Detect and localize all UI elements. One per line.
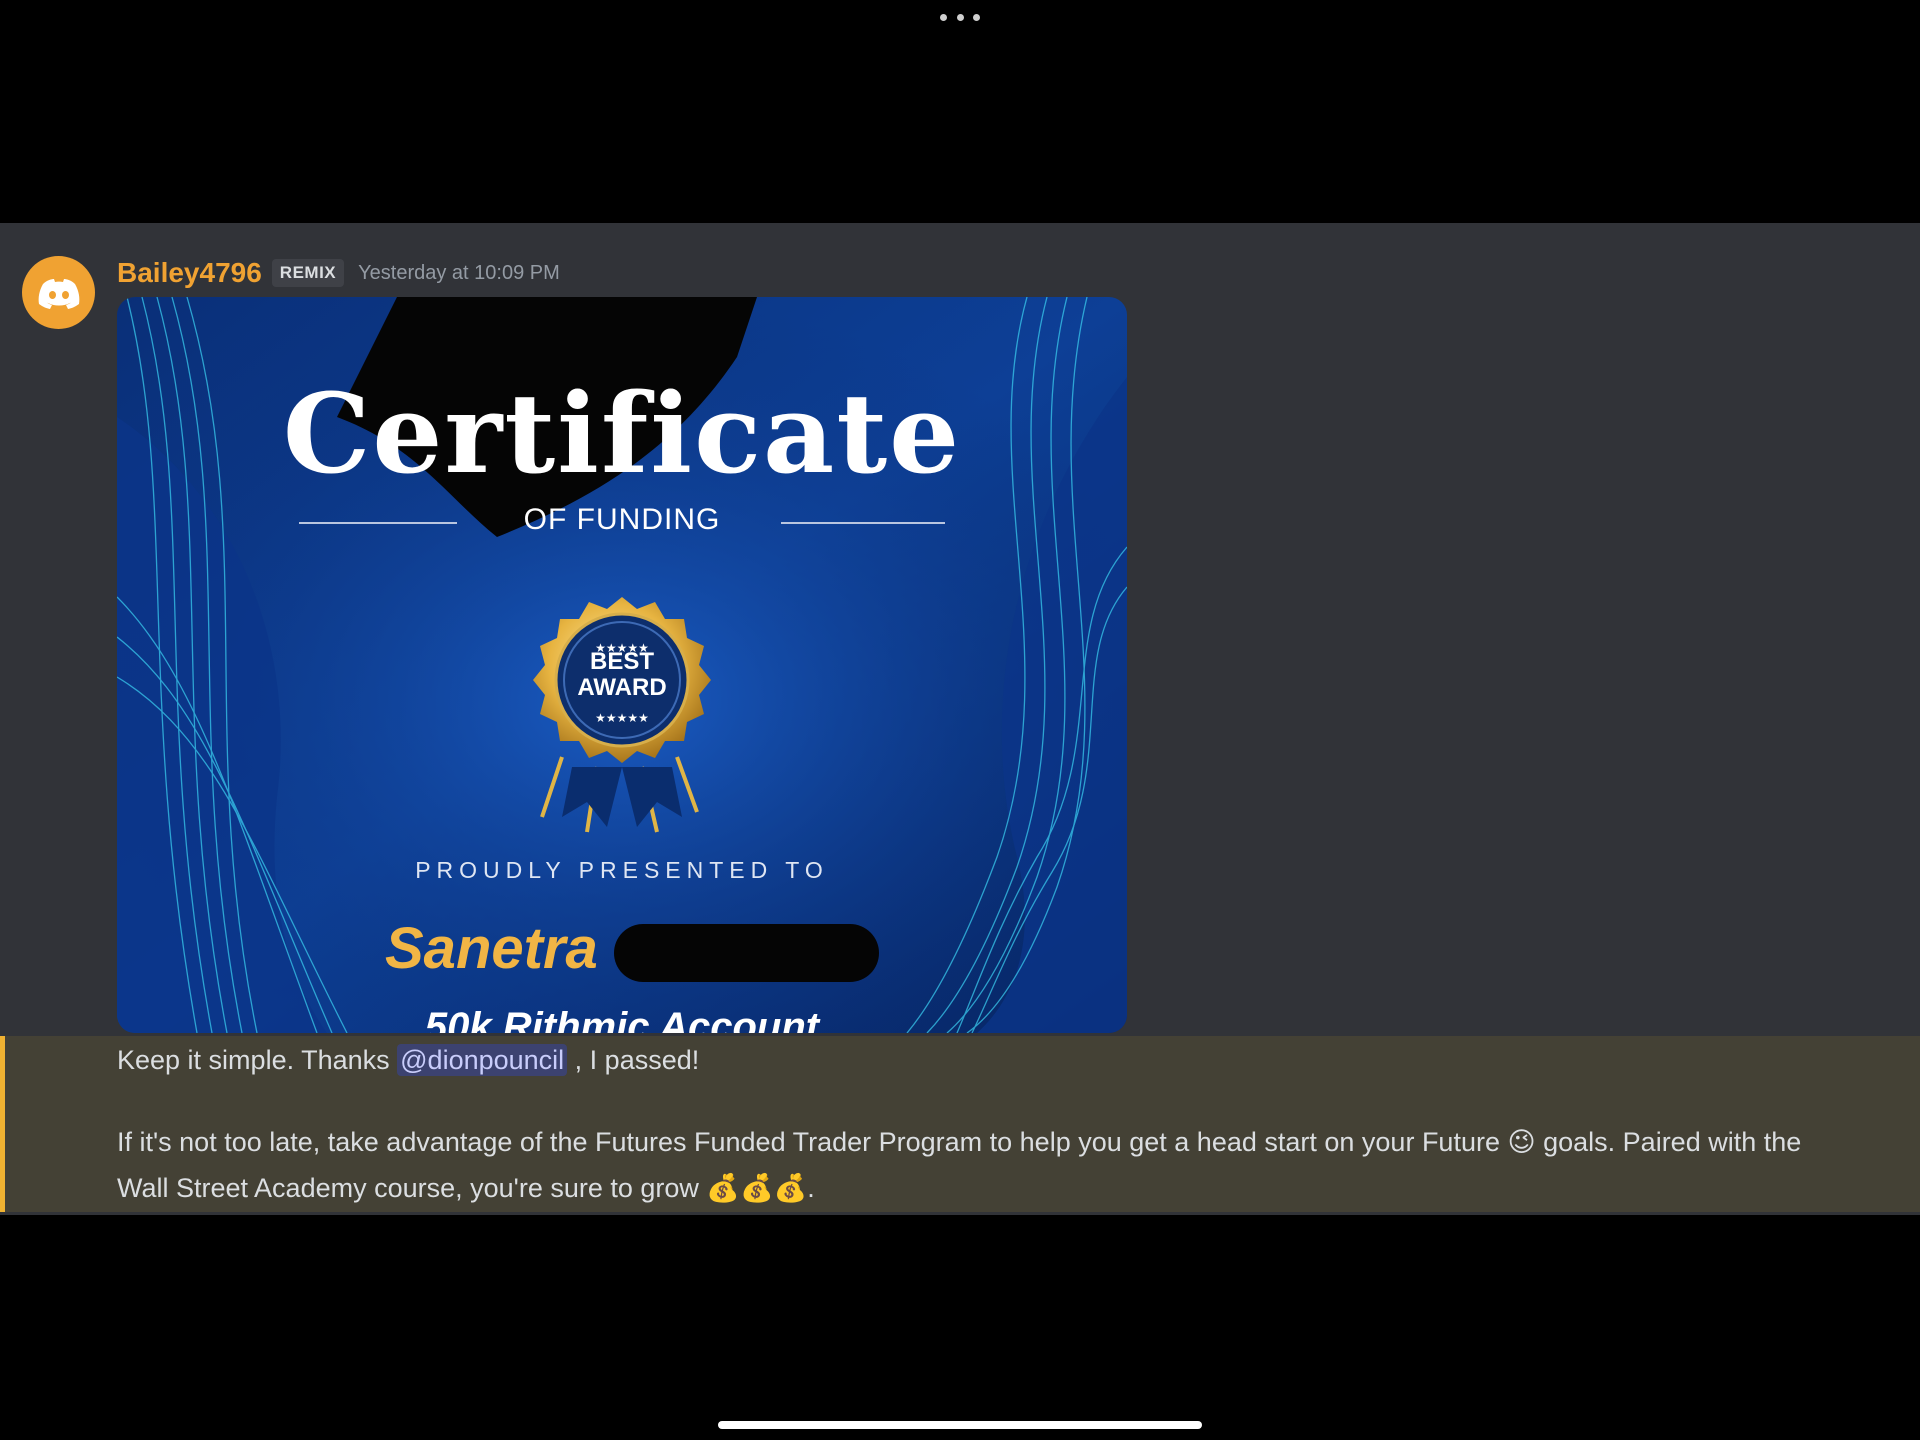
badge-line-2: AWARD [577,674,667,701]
account-label: 50k Rithmic Account [424,1005,820,1033]
timestamp[interactable]: Yesterday at 10:09 PM [358,262,560,285]
badge-line-1: BEST [589,648,654,675]
certificate-image[interactable]: ★★★★★ ★★★★★ Certificate OF FUNDING BEST … [117,297,1127,1033]
redaction-mark [614,924,879,982]
user-mention[interactable]: @dionpouncil [397,1044,568,1076]
message-text: Keep it simple. Thanks [117,1045,398,1075]
more-options-icon[interactable] [940,10,980,24]
recipient-name: Sanetra [385,916,598,981]
certificate-title: Certificate [282,369,962,498]
message-text-line-1: Keep it simple. Thanks @dionpouncil , I … [117,1037,699,1083]
message-text: , I passed! [567,1045,700,1075]
presented-to-label: PROUDLY PRESENTED TO [415,857,829,883]
server-tag-badge[interactable]: REMIX [271,259,345,287]
award-badge-label: BEST AWARD [558,649,686,701]
message-text-line-3: Wall Street Academy course, you're sure … [117,1173,815,1203]
message-header: Bailey4796 REMIX Yesterday at 10:09 PM [117,253,560,293]
discord-logo-icon [38,278,79,309]
chat-message: Bailey4796 REMIX Yesterday at 10:09 PM ★… [0,223,1920,1215]
home-indicator[interactable] [718,1421,1202,1429]
avatar[interactable] [22,256,95,329]
username[interactable]: Bailey4796 [117,257,262,289]
message-text-line-2: If it's not too late, take advantage of … [117,1127,1802,1157]
svg-text:★★★★★: ★★★★★ [595,711,649,725]
certificate-subtitle: OF FUNDING [523,503,721,536]
